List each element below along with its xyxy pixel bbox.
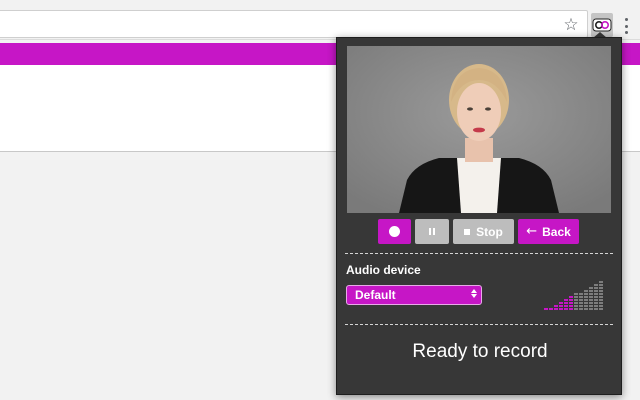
audio-device-value: Default (355, 288, 396, 302)
browser-toolbar: ☆ (0, 0, 640, 40)
pause-button[interactable] (415, 219, 449, 244)
address-bar[interactable] (0, 10, 588, 38)
audio-device-label: Audio device (346, 263, 421, 277)
webcam-preview (347, 46, 611, 213)
recorder-popup: Stop ← Back Audio device Default Ready t… (336, 37, 622, 395)
record-icon (389, 226, 400, 237)
stop-icon (464, 228, 471, 235)
meter-bar (564, 299, 568, 310)
meter-bar (559, 302, 563, 310)
divider (345, 253, 613, 254)
arrow-left-icon: ← (526, 224, 538, 239)
stop-label: Stop (476, 224, 503, 239)
meter-bar (554, 305, 558, 310)
meter-bar (589, 287, 593, 310)
meter-bar (594, 284, 598, 310)
audio-level-meter (544, 281, 604, 311)
pause-icon (429, 228, 435, 235)
meter-bar (549, 308, 553, 310)
star-icon[interactable]: ☆ (560, 14, 582, 36)
status-text: Ready to record (412, 341, 548, 362)
meter-bar (599, 281, 603, 310)
meter-bar (579, 293, 583, 310)
meter-bar (544, 308, 548, 310)
back-label: Back (542, 224, 571, 239)
recorder-controls: Stop ← Back (378, 219, 579, 244)
stop-button[interactable]: Stop (453, 219, 514, 244)
select-arrows-icon (471, 289, 477, 298)
meter-bar (584, 290, 588, 310)
audio-device-select[interactable]: Default (346, 285, 482, 305)
more-menu-icon[interactable] (618, 16, 634, 36)
meter-bar (569, 296, 573, 310)
record-button[interactable] (378, 219, 411, 244)
divider (345, 324, 613, 325)
meter-bar (574, 293, 578, 310)
back-button[interactable]: ← Back (518, 219, 579, 244)
